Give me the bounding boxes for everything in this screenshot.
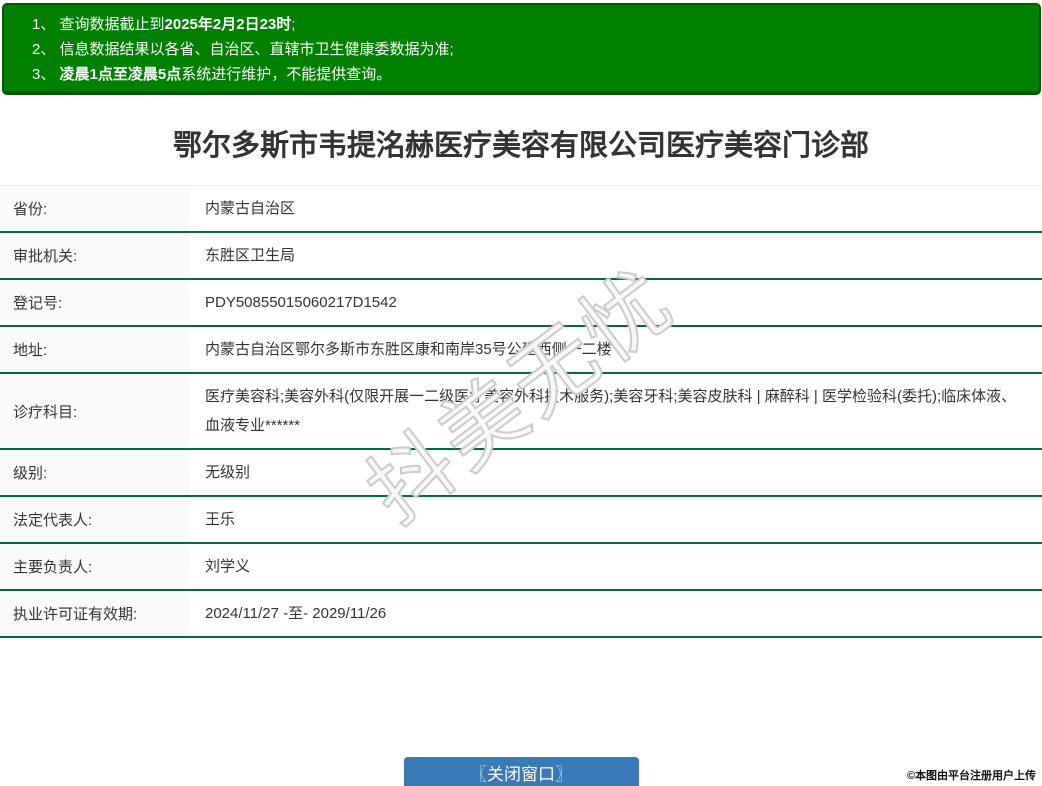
- notice-3-maintenance-hours: 凌晨1点至凌晨5点: [59, 66, 182, 83]
- notice-3-tail: 系统进行维护，不能提供查询。: [181, 66, 392, 83]
- notice-line-2: 2、 信息数据结果以各省、自治区、直辖市卫生健康委数据为准;: [32, 37, 1029, 62]
- table-row-diagnosis-subjects: 诊疗科目: 医疗美容科;美容外科(仅限开展一二级医疗美容外科技术服务);美容牙科…: [0, 374, 1042, 450]
- info-table: 省份: 内蒙古自治区 审批机关: 东胜区卫生局 登记号: PDY50855015…: [0, 185, 1042, 638]
- notice-1-text: 查询数据截止到: [59, 16, 165, 33]
- notice-1-deadline: 2025年2月2日23时: [164, 16, 292, 33]
- row-label: 主要负责人:: [0, 544, 190, 589]
- table-row-level: 级别: 无级别: [0, 450, 1042, 497]
- row-value: 医疗美容科;美容外科(仅限开展一二级医疗美容外科技术服务);美容牙科;美容皮肤科…: [205, 388, 1017, 434]
- notice-2-text: 信息数据结果以各省、自治区、直辖市卫生健康委数据为准;: [59, 41, 454, 58]
- table-row-registration-number: 登记号: PDY50855015060217D1542: [0, 280, 1042, 327]
- button-row: 〖关闭窗口〗: [0, 757, 1042, 786]
- row-label: 法定代表人:: [0, 497, 190, 542]
- title-wrap: 鄂尔多斯市韦提洺赫医疗美容有限公司医疗美容门诊部: [0, 95, 1042, 185]
- row-label: 登记号:: [0, 280, 190, 325]
- row-label: 诊疗科目:: [0, 374, 190, 448]
- row-value: 东胜区卫生局: [205, 247, 296, 264]
- row-label: 级别:: [0, 450, 190, 495]
- row-value: 内蒙古自治区鄂尔多斯市东胜区康和南岸35号公建西侧一二楼: [205, 341, 612, 358]
- upload-credit-text: ©本图由平台注册用户上传: [906, 770, 1036, 782]
- row-value: 2024/11/27 -至- 2029/11/26: [205, 605, 387, 622]
- table-row-approval-authority: 审批机关: 东胜区卫生局: [0, 233, 1042, 280]
- table-row-main-person-in-charge: 主要负责人: 刘学义: [0, 544, 1042, 591]
- table-row-license-validity: 执业许可证有效期: 2024/11/27 -至- 2029/11/26: [0, 591, 1042, 638]
- row-label: 地址:: [0, 327, 190, 372]
- page-title: 鄂尔多斯市韦提洺赫医疗美容有限公司医疗美容门诊部: [172, 130, 869, 162]
- row-value: 王乐: [205, 511, 236, 528]
- table-row-address: 地址: 内蒙古自治区鄂尔多斯市东胜区康和南岸35号公建西侧一二楼: [0, 327, 1042, 374]
- row-label: 执业许可证有效期:: [0, 591, 190, 636]
- row-value: 刘学义: [205, 558, 251, 575]
- notice-1-tail: ;: [291, 16, 296, 33]
- row-value: 内蒙古自治区: [205, 200, 296, 217]
- notice-box: 1、 查询数据截止到2025年2月2日23时; 2、 信息数据结果以各省、自治区…: [2, 3, 1041, 95]
- row-label: 审批机关:: [0, 233, 190, 278]
- notice-3-number: 3、: [32, 66, 60, 83]
- notice-line-3: 3、 凌晨1点至凌晨5点系统进行维护，不能提供查询。: [32, 62, 1029, 87]
- notice-line-1: 1、 查询数据截止到2025年2月2日23时;: [32, 12, 1029, 37]
- query-result-page: 1、 查询数据截止到2025年2月2日23时; 2、 信息数据结果以各省、自治区…: [0, 0, 1042, 786]
- row-label: 省份:: [0, 186, 190, 231]
- notice-2-number: 2、: [32, 41, 60, 58]
- notice-1-number: 1、: [32, 16, 60, 33]
- row-value: PDY50855015060217D1542: [205, 294, 397, 311]
- row-value: 无级别: [205, 464, 251, 481]
- table-row-legal-representative: 法定代表人: 王乐: [0, 497, 1042, 544]
- table-row-province: 省份: 内蒙古自治区: [0, 186, 1042, 233]
- close-window-button[interactable]: 〖关闭窗口〗: [403, 757, 639, 786]
